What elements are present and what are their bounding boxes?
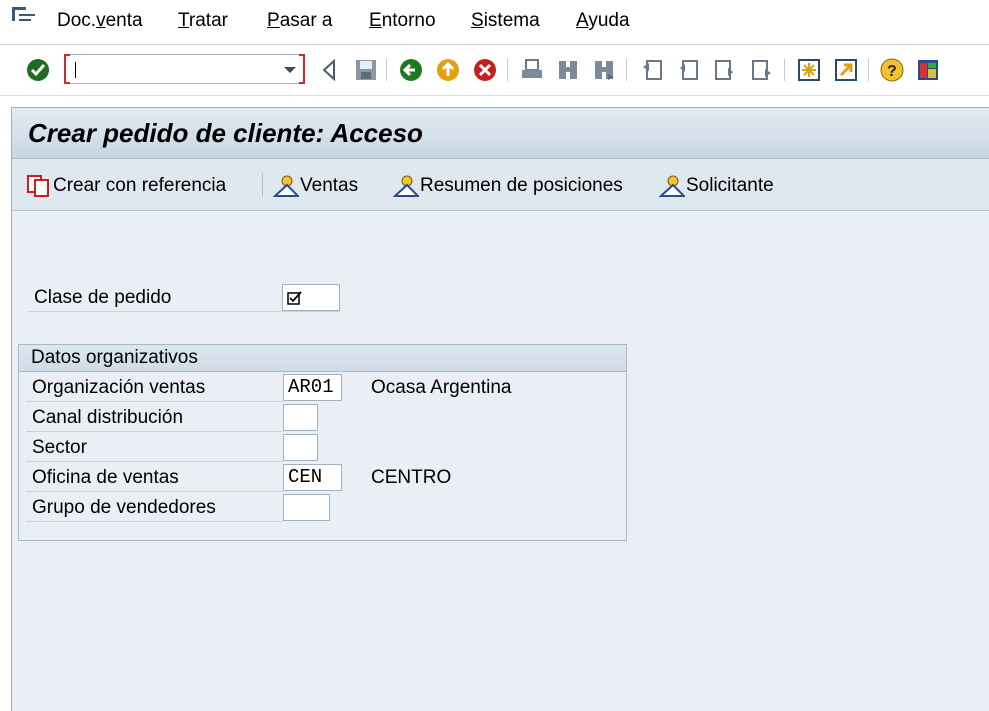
menu-sistema[interactable]: Sistema — [471, 10, 540, 32]
sales-group-row: Grupo de vendedores — [26, 494, 283, 522]
enter-icon[interactable] — [24, 56, 52, 84]
main-screen: Crear pedido de cliente: Acceso Crear co… — [11, 107, 989, 711]
sold-to-label: Solicitante — [686, 175, 774, 196]
application-toolbar: Crear con referencia Ventas Resumen de p… — [12, 159, 989, 211]
menu-entorno[interactable]: Entorno — [369, 10, 436, 32]
title-bar: Crear pedido de cliente: Acceso — [12, 108, 989, 159]
first-page-icon[interactable] — [638, 56, 666, 84]
create-session-icon[interactable] — [795, 56, 823, 84]
org-data-header: Datos organizativos — [19, 345, 626, 372]
sales-office-row: Oficina de ventas — [26, 464, 283, 492]
back-triangle-icon[interactable] — [315, 56, 343, 84]
print-icon[interactable] — [518, 56, 546, 84]
standard-toolbar: ? — [0, 45, 989, 95]
help-icon[interactable]: ? — [878, 56, 906, 84]
system-menu-icon[interactable] — [11, 6, 37, 26]
create-with-reference-button[interactable]: Crear con referencia — [26, 174, 226, 198]
dist-channel-input[interactable] — [283, 404, 318, 431]
sales-org-label: Organización ventas — [32, 377, 206, 398]
dropdown-arrow-icon[interactable] — [284, 67, 296, 73]
shortcut-icon[interactable] — [832, 56, 860, 84]
person-icon — [272, 174, 301, 198]
sales-org-input[interactable]: AR01 — [283, 374, 342, 401]
menu-tratar[interactable]: Tratar — [178, 10, 228, 32]
required-field-icon — [287, 291, 302, 305]
last-page-icon[interactable] — [748, 56, 776, 84]
menu-bar: Doc.venta Tratar Pasar a Entorno Sistema… — [0, 0, 989, 44]
sales-group-input[interactable] — [283, 494, 330, 521]
command-field[interactable] — [64, 54, 305, 84]
previous-page-icon[interactable] — [674, 56, 702, 84]
page-title: Crear pedido de cliente: Acceso — [28, 118, 423, 148]
item-overview-button[interactable]: Resumen de posiciones — [392, 174, 623, 198]
next-page-icon[interactable] — [711, 56, 739, 84]
sales-office-label: Oficina de ventas — [32, 467, 179, 488]
create-with-reference-label: Crear con referencia — [53, 175, 227, 196]
org-data-title: Datos organizativos — [31, 347, 198, 368]
org-data-group: Datos organizativos Organización ventas … — [18, 344, 627, 541]
order-type-label: Clase de pedido — [34, 287, 172, 308]
person-icon — [392, 174, 421, 198]
svg-text:?: ? — [887, 63, 897, 80]
sales-org-description: Ocasa Argentina — [371, 377, 512, 398]
sales-label: Ventas — [300, 175, 359, 196]
person-icon — [658, 174, 687, 198]
sold-to-button[interactable]: Solicitante — [658, 174, 774, 198]
find-icon[interactable] — [554, 56, 582, 84]
dist-channel-label: Canal distribución — [32, 407, 184, 428]
sales-button[interactable]: Ventas — [272, 174, 359, 198]
order-type-input[interactable] — [282, 284, 340, 311]
sales-group-label: Grupo de vendedores — [32, 497, 216, 518]
exit-icon[interactable] — [434, 56, 462, 84]
division-row: Sector — [26, 434, 283, 462]
dist-channel-row: Canal distribución — [26, 404, 283, 432]
division-label: Sector — [32, 437, 87, 458]
find-next-icon[interactable] — [590, 56, 618, 84]
back-icon[interactable] — [397, 56, 425, 84]
menu-doc-venta[interactable]: Doc.venta — [57, 10, 143, 32]
layout-menu-icon[interactable] — [914, 56, 942, 84]
text-caret — [75, 62, 76, 78]
menu-pasar-a[interactable]: Pasar a — [267, 10, 333, 32]
division-input[interactable] — [283, 434, 318, 461]
sales-office-input[interactable]: CEN — [283, 464, 342, 491]
item-overview-label: Resumen de posiciones — [420, 175, 623, 196]
save-icon[interactable] — [352, 56, 380, 84]
sales-org-row: Organización ventas — [26, 374, 283, 402]
copy-document-icon — [26, 174, 52, 198]
cancel-icon[interactable] — [471, 56, 499, 84]
menu-ayuda[interactable]: Ayuda — [576, 10, 630, 32]
sales-office-description: CENTRO — [371, 467, 452, 488]
